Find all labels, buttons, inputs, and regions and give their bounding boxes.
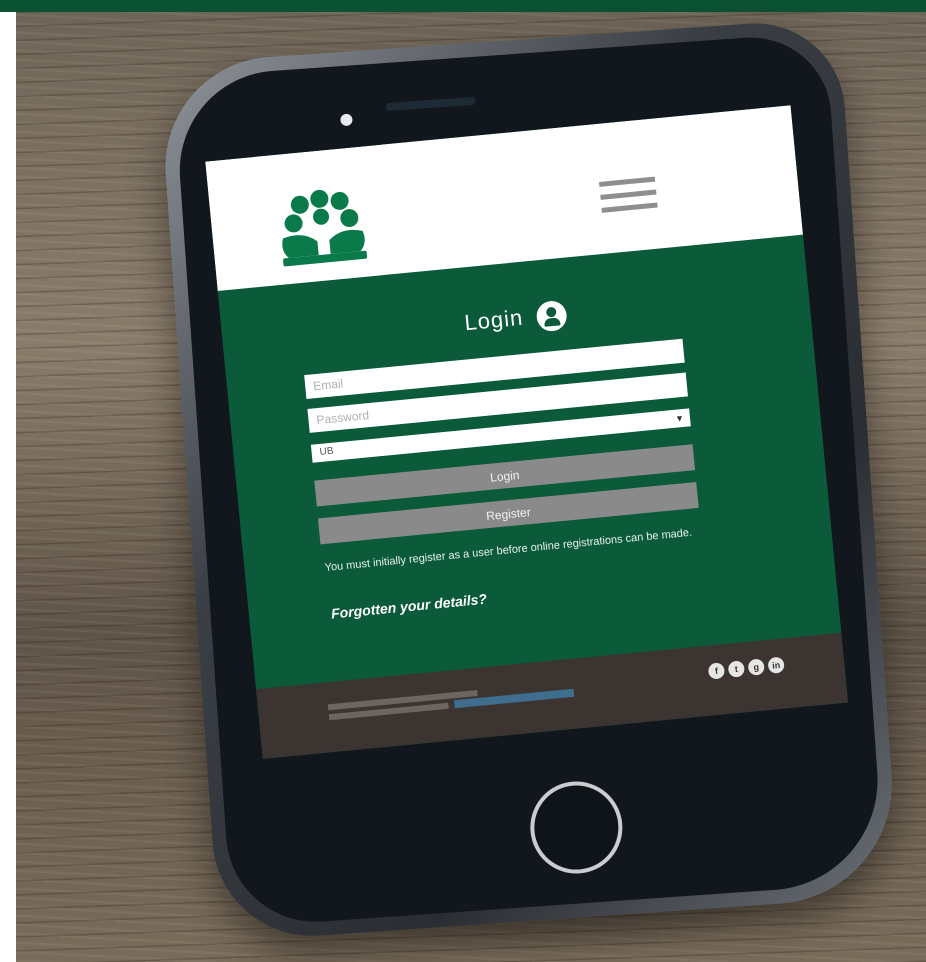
facebook-icon[interactable]: f (707, 662, 726, 680)
front-camera (340, 113, 353, 127)
hamburger-menu-icon[interactable] (599, 176, 659, 222)
dropdown-value: UB (319, 445, 335, 458)
user-icon (535, 299, 569, 333)
google-icon[interactable]: g (747, 658, 765, 676)
earpiece-speaker (385, 96, 476, 112)
login-title-text: Login (463, 304, 525, 336)
logo-icon (282, 189, 368, 267)
phone-screen: Login UB ▼ Login Register You must initi… (205, 105, 849, 759)
social-icons: f t g in (707, 656, 785, 680)
dropdown-arrow-icon: ▼ (674, 412, 685, 424)
forgotten-details-link[interactable]: Forgotten your details? (330, 591, 487, 622)
app-footer: f t g in (256, 632, 849, 759)
app-header (205, 105, 804, 292)
home-button[interactable] (527, 778, 626, 877)
phone-front: Login UB ▼ Login Register You must initi… (173, 32, 885, 928)
twitter-icon[interactable]: t (727, 660, 746, 678)
linkedin-icon[interactable]: in (767, 656, 785, 674)
login-heading: Login (222, 276, 810, 362)
top-color-band (0, 0, 926, 12)
smartphone: Login UB ▼ Login Register You must initi… (158, 17, 900, 943)
